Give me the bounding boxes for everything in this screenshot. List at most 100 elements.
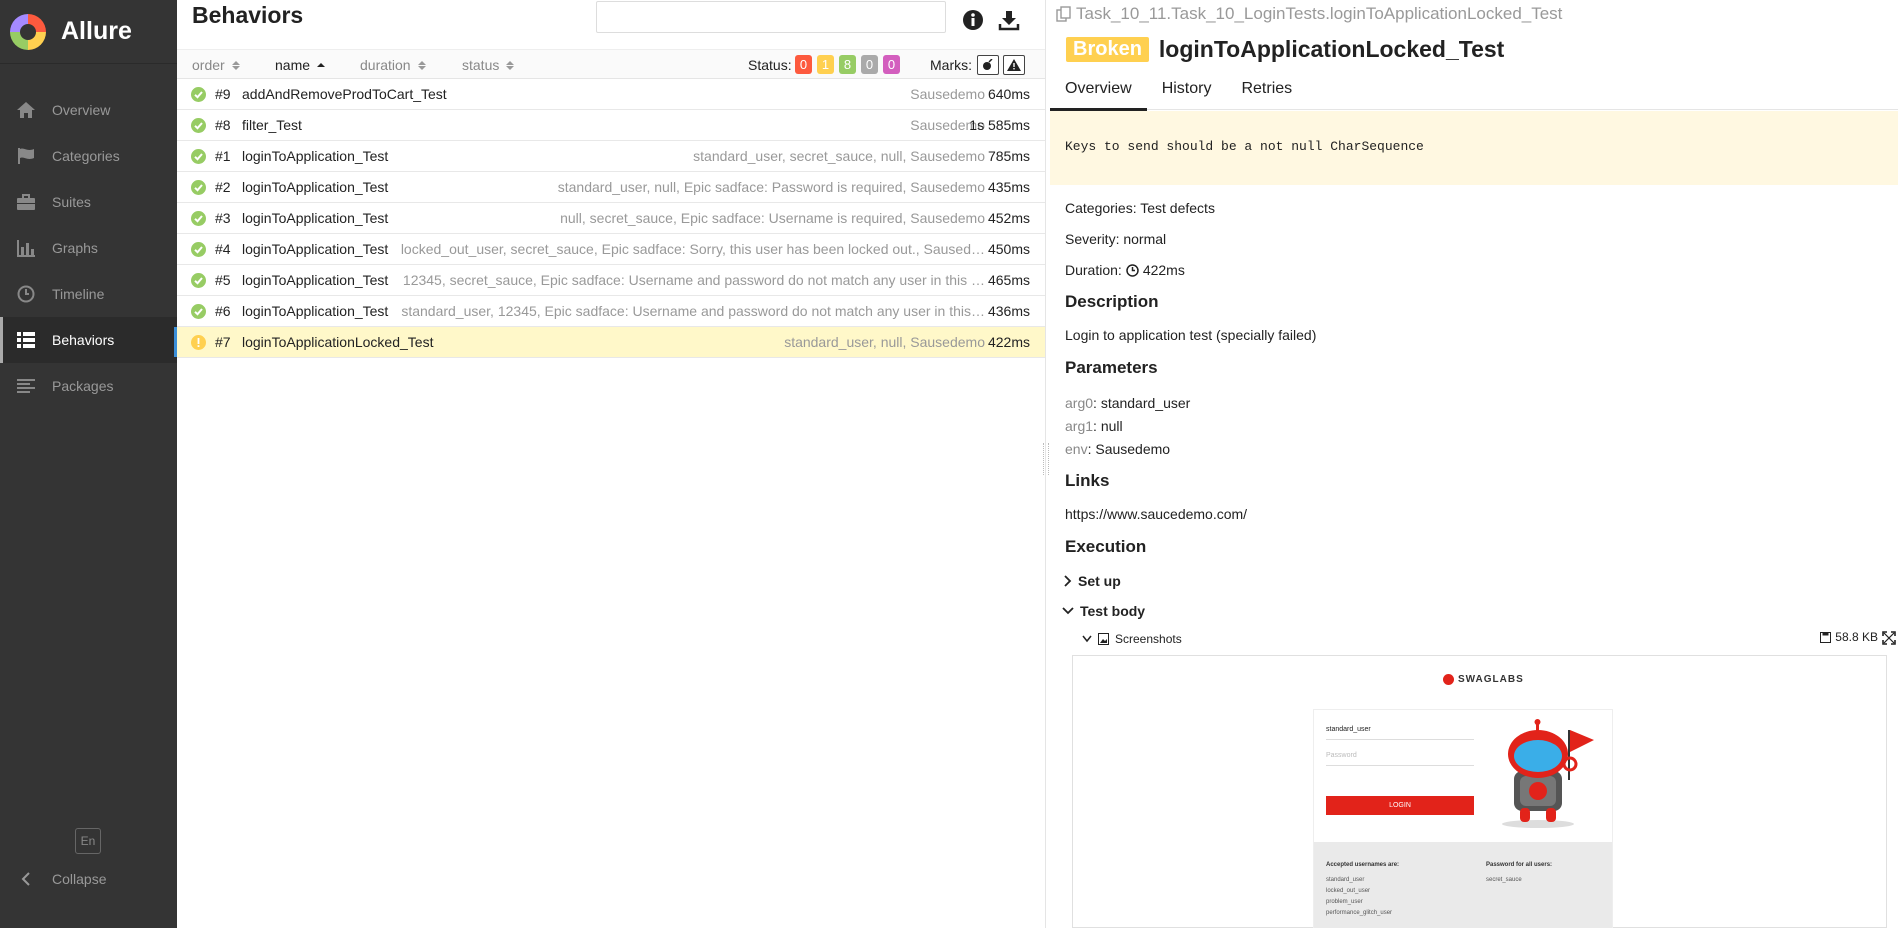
login-card: standard_user Password LOGIN Accepted us… [1313,709,1613,928]
test-params: standard_user, secret_sauce, null, Sause… [693,148,985,164]
sidebar-item-label: Suites [52,194,91,210]
test-row[interactable]: #8 filter_Test Sausedemo 1s 585ms [177,110,1045,141]
sidebar-item-categories[interactable]: Categories [0,133,177,179]
test-name: loginToApplicationLocked_Test [242,334,434,350]
sidebar-item-behaviors[interactable]: Behaviors [0,317,177,363]
download-icon[interactable] [997,8,1021,32]
flaky-mark-toggle[interactable] [977,55,999,75]
test-params: Sausedemo [910,86,985,102]
test-row[interactable]: #3 loginToApplication_Test null, secret_sa… [177,203,1045,234]
sidebar-item-suites[interactable]: Suites [0,179,177,225]
test-body-step[interactable]: Test body [1062,603,1145,619]
sort-asc-icon [317,63,326,67]
parameter-row: env: Sausedemo [1065,441,1171,457]
test-link[interactable]: https://www.saucedemo.com/ [1065,506,1247,522]
status-unknown-toggle[interactable]: 0 [883,55,900,74]
test-row[interactable]: #7 loginToApplicationLocked_Test standard_… [174,327,1045,358]
sidebar-item-label: Behaviors [52,332,115,348]
preview-username-item: performance_glitch_user [1326,910,1393,916]
sort-order[interactable]: order [192,57,240,73]
test-row[interactable]: #2 loginToApplication_Test standard_user, … [177,172,1045,203]
warning-icon [1007,59,1021,71]
parameter-value: standard_user [1100,395,1191,411]
brand[interactable]: Allure [0,0,177,64]
passed-check-icon [191,211,206,226]
test-name: loginToApplication_Test [242,303,389,319]
sort-duration[interactable]: duration [360,57,426,73]
sort-controls: order name duration status Status: 0 1 8… [177,49,1045,79]
duration-label: Duration: [1065,262,1122,278]
severity-label: Severity: [1065,231,1120,247]
status-skipped-toggle[interactable]: 0 [861,55,878,74]
tab-history[interactable]: History [1147,76,1227,110]
error-message-box[interactable]: Keys to send should be a not null CharSe… [1050,111,1898,185]
test-row[interactable]: #1 loginToApplication_Test standard_user, … [177,141,1045,172]
list-icon [14,330,38,350]
clock-icon [14,284,38,304]
sidebar-item-timeline[interactable]: Timeline [0,271,177,317]
preview-password-field: Password [1326,746,1474,766]
attachment-row[interactable]: Screenshots [1082,630,1882,648]
test-row[interactable]: #6 loginToApplication_Test standard_user, … [177,296,1045,327]
language-button[interactable]: En [75,828,101,854]
sidebar-nav: Overview Categories Suites Graphs Timeli… [0,87,177,409]
test-duration: 785ms [987,148,1030,164]
swaglabs-logo-text: SWAGLABS [1458,674,1524,685]
parameter-row: arg1: null [1065,418,1123,434]
severity-line: Severity: normal [1065,231,1166,247]
preview-password-heading: Password for all users: [1486,862,1553,868]
collapse-button[interactable]: Collapse [14,864,106,894]
chevron-left-icon [14,869,38,889]
parameter-key: arg1 [1065,418,1094,434]
test-params: standard_user, null, Epic sadface: Passw… [557,179,985,195]
pane-splitter[interactable] [1043,443,1049,475]
new-failed-mark-toggle[interactable] [1003,55,1025,75]
test-order: #3 [215,210,231,226]
info-icon[interactable] [961,8,985,32]
test-body-label: Test body [1080,603,1146,619]
test-name: loginToApplication_Test [242,179,389,195]
preview-usernames-heading: Accepted usernames are: [1326,862,1400,868]
test-name: addAndRemoveProdToCart_Test [242,86,447,102]
swaglabs-logo: SWAGLABS [1443,674,1524,685]
search-input[interactable] [596,1,946,33]
sort-name-label: name [275,57,311,73]
sort-status[interactable]: status [462,57,515,73]
status-passed-toggle[interactable]: 8 [839,55,856,74]
expand-icon[interactable] [1882,631,1896,645]
test-order: #5 [215,272,231,288]
save-icon [1820,631,1832,643]
sort-name[interactable]: name [275,57,326,73]
copy-icon[interactable] [1056,6,1072,22]
passed-check-icon [191,180,206,195]
parameter-key: arg0 [1065,395,1094,411]
attachment-size-value: 58.8 KB [1835,630,1878,644]
test-params: 12345, secret_sauce, Epic sadface: Usern… [402,272,985,288]
sidebar-item-overview[interactable]: Overview [0,87,177,133]
status-broken-toggle[interactable]: 1 [817,55,834,74]
categories-value: Test defects [1140,200,1215,216]
sidebar-item-graphs[interactable]: Graphs [0,225,177,271]
chevron-right-icon [1064,575,1072,587]
test-row[interactable]: #5 loginToApplication_Test 12345, secret_s… [177,265,1045,296]
test-row[interactable]: #9 addAndRemoveProdToCart_Test Sausedemo 64… [177,79,1045,110]
test-row[interactable]: #4 loginToApplication_Test locked_out_user… [177,234,1045,265]
home-icon [14,100,38,120]
status-failed-toggle[interactable]: 0 [795,55,812,74]
tab-retries[interactable]: Retries [1226,76,1307,110]
sidebar-item-packages[interactable]: Packages [0,363,177,409]
test-name: loginToApplication_Test [242,148,389,164]
sidebar: Allure Overview Categories Suites Graphs [0,0,177,928]
breadcrumb: Task_10_11.Task_10_LoginTests.loginToApp… [1056,4,1562,24]
sidebar-item-label: Graphs [52,240,98,256]
clock-icon [1126,263,1139,277]
sort-duration-label: duration [360,57,411,73]
parameters-heading: Parameters [1065,358,1158,377]
passed-check-icon [191,242,206,257]
preview-password-value: secret_sauce [1486,877,1522,883]
execution-heading: Execution [1065,537,1147,556]
tab-overview[interactable]: Overview [1050,76,1147,111]
setup-step[interactable]: Set up [1062,573,1121,589]
collapse-label: Collapse [52,871,107,887]
screenshot-preview[interactable]: SWAGLABS standard_user Password LOGIN Ac… [1072,655,1887,928]
